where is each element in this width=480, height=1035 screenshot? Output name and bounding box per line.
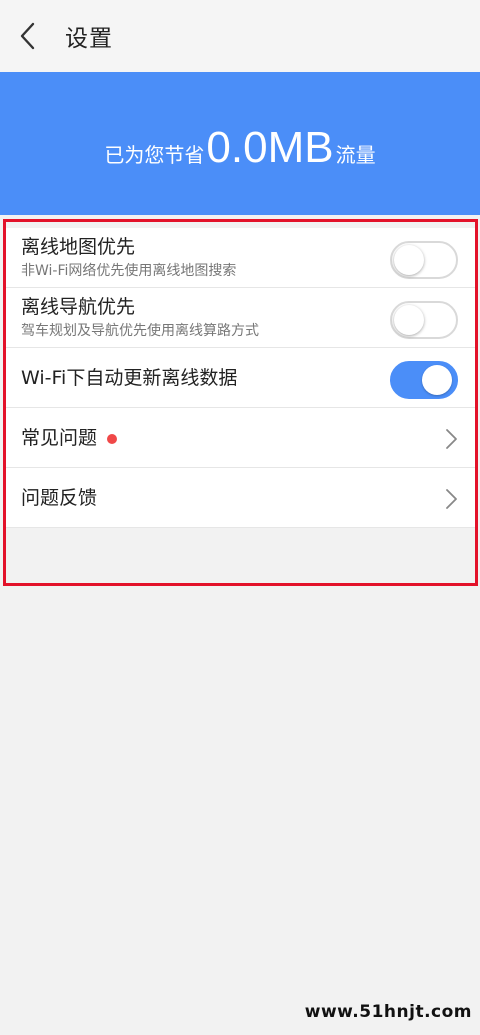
back-button[interactable] (0, 0, 56, 72)
new-badge-dot (107, 433, 118, 444)
offline-nav-toggle[interactable] (390, 301, 458, 339)
setting-offline-map[interactable]: 离线地图优先 非Wi-Fi网络优先使用离线地图搜索 (6, 228, 478, 288)
page-title: 设置 (65, 26, 113, 52)
faq-label: 常见问题 (21, 426, 98, 449)
data-saved-banner: 已为您节省 0.0MB 流量 (0, 72, 480, 215)
wifi-update-toggle[interactable] (390, 361, 458, 399)
banner-prefix: 已为您节省 (104, 142, 205, 167)
setting-wifi-auto-update[interactable]: Wi-Fi下自动更新离线数据 (6, 348, 478, 408)
faq-item[interactable]: 常见问题 (6, 408, 478, 468)
banner-suffix: 流量 (335, 142, 376, 167)
chevron-right-icon (446, 429, 457, 449)
toggle-knob (394, 245, 424, 275)
banner-amount: 0.0MB (206, 122, 334, 172)
feedback-item[interactable]: 问题反馈 (6, 468, 478, 528)
toggle-knob (394, 305, 424, 335)
toggle-knob (422, 365, 452, 395)
settings-list: 离线地图优先 非Wi-Fi网络优先使用离线地图搜索 离线导航优先 驾车规划及导航… (6, 228, 478, 528)
offline-map-toggle[interactable] (390, 241, 458, 279)
top-bar: 设置 (0, 0, 480, 72)
feedback-label: 问题反馈 (21, 486, 98, 509)
chevron-left-icon (20, 22, 35, 50)
watermark: www.51hnjt.com (304, 1002, 472, 1022)
chevron-right-icon (446, 489, 457, 509)
setting-offline-nav[interactable]: 离线导航优先 驾车规划及导航优先使用离线算路方式 (6, 288, 478, 348)
